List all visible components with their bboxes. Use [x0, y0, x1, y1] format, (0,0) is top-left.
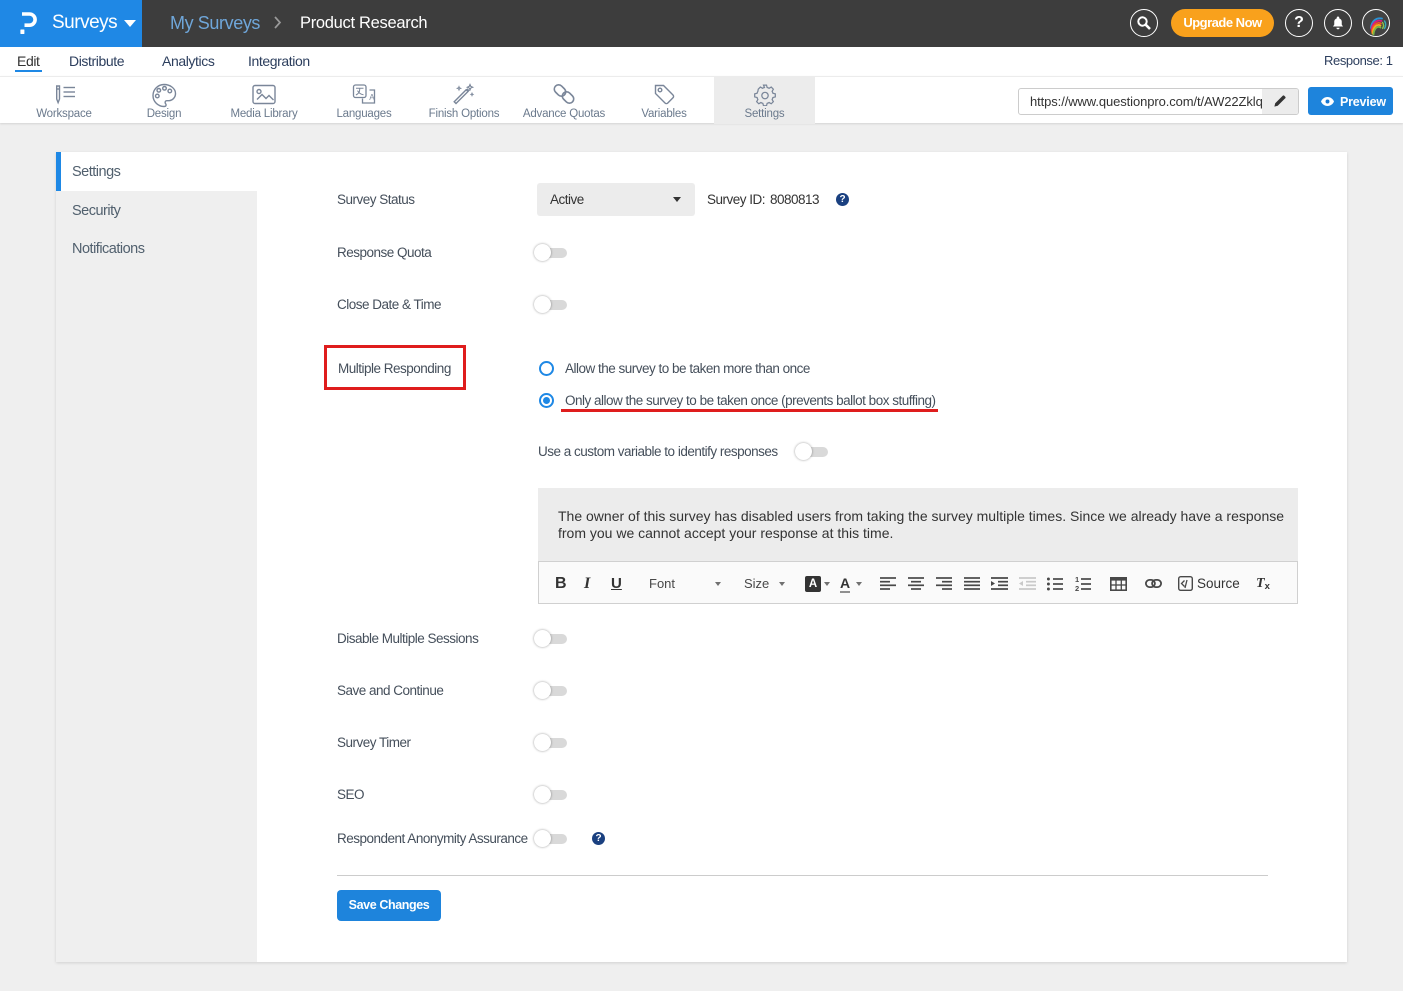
svg-text:A: A — [369, 93, 375, 102]
svg-text:2: 2 — [1075, 584, 1079, 591]
svg-text:1: 1 — [1075, 577, 1079, 584]
